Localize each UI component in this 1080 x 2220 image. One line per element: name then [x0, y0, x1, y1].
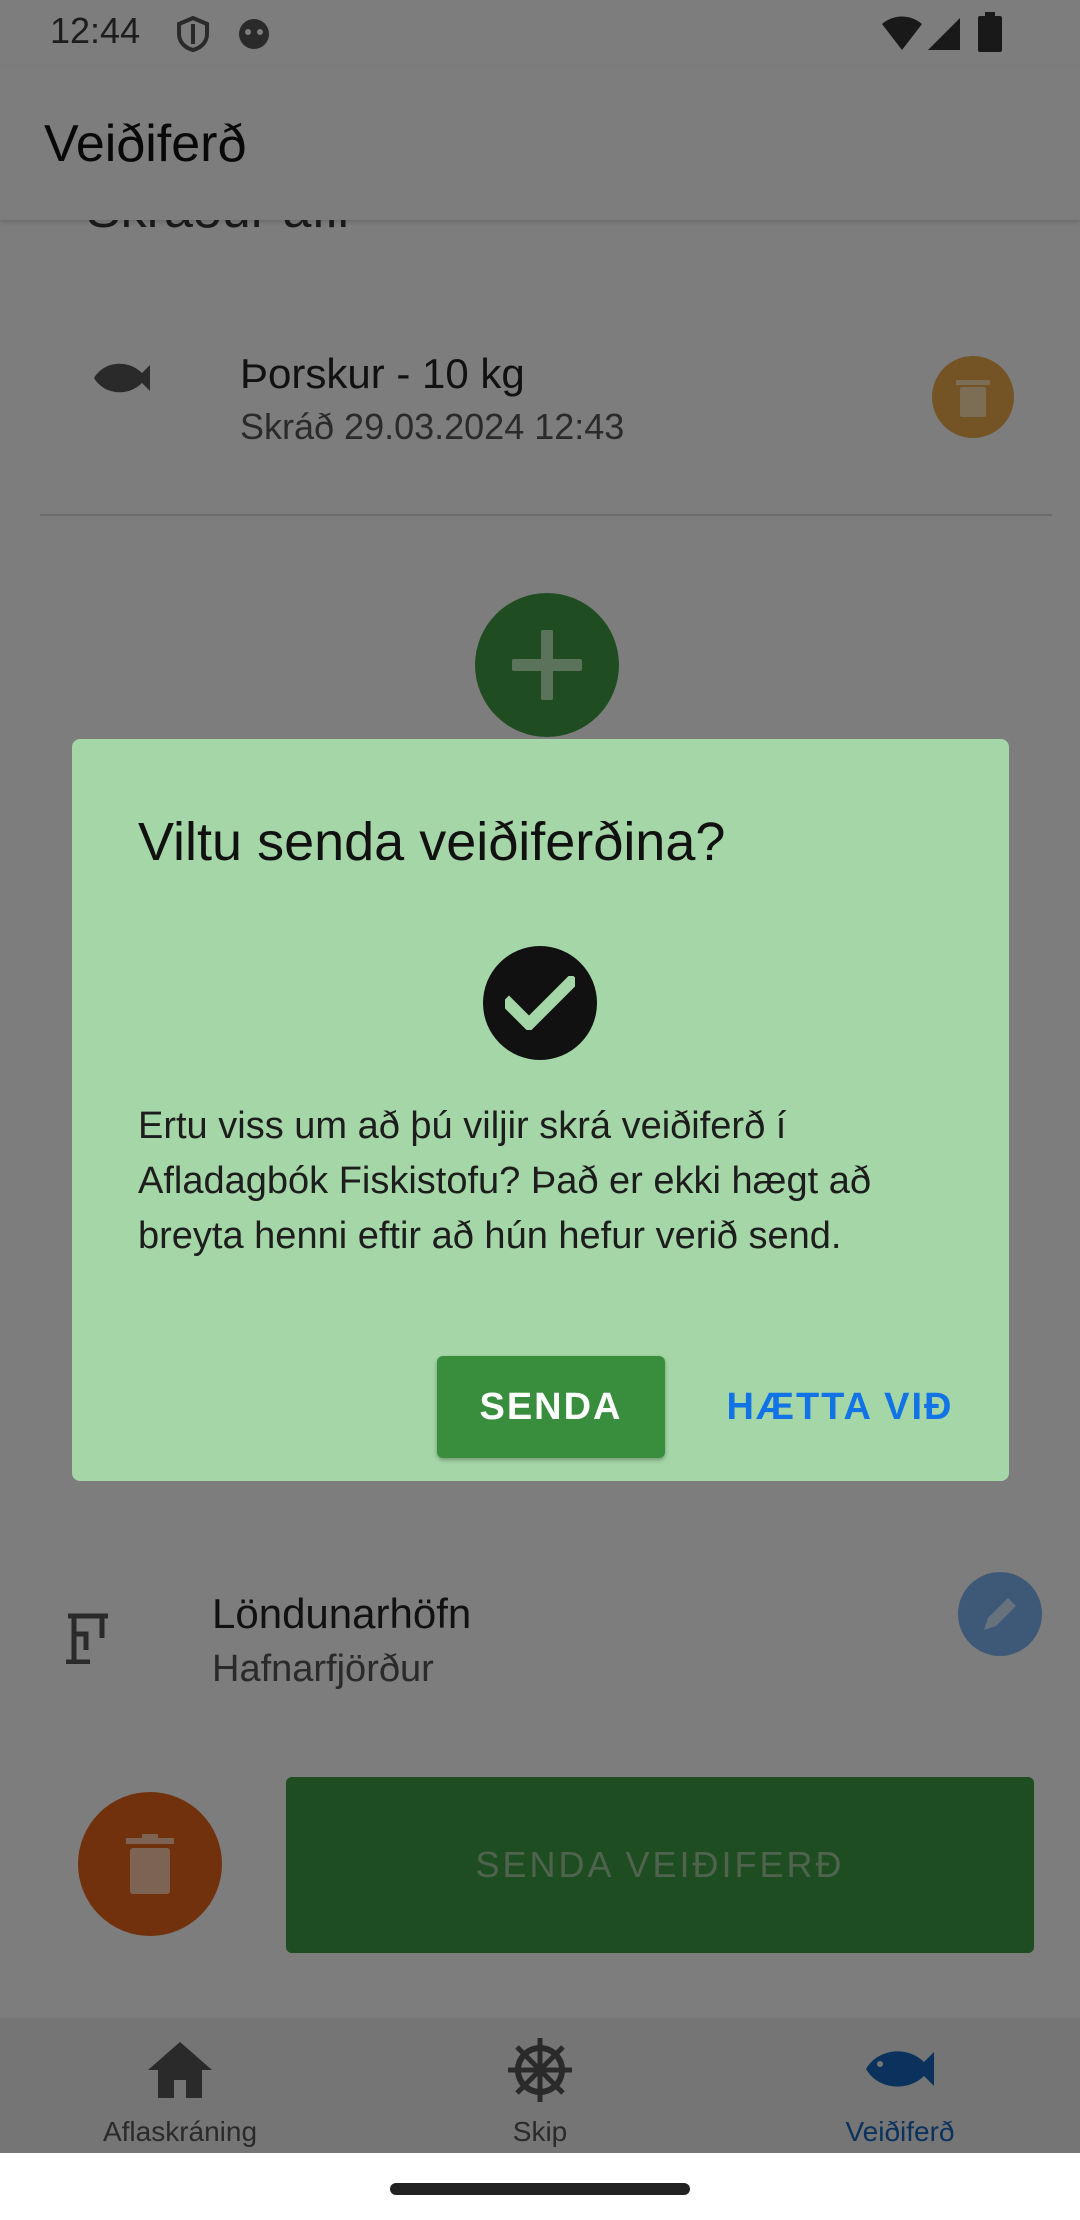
dialog-message: Ertu viss um að þú viljir skrá veiðiferð…: [138, 1105, 871, 1257]
confirm-send-dialog: Viltu senda veiðiferðina? Ertu viss um a…: [72, 739, 1009, 1481]
confirm-send-button[interactable]: SENDA: [437, 1356, 665, 1458]
dialog-title: Viltu senda veiðiferðina?: [138, 812, 726, 872]
cancel-button[interactable]: HÆTTA VIÐ: [700, 1356, 980, 1458]
check-icon: [483, 946, 597, 1060]
home-indicator[interactable]: [390, 2183, 690, 2195]
